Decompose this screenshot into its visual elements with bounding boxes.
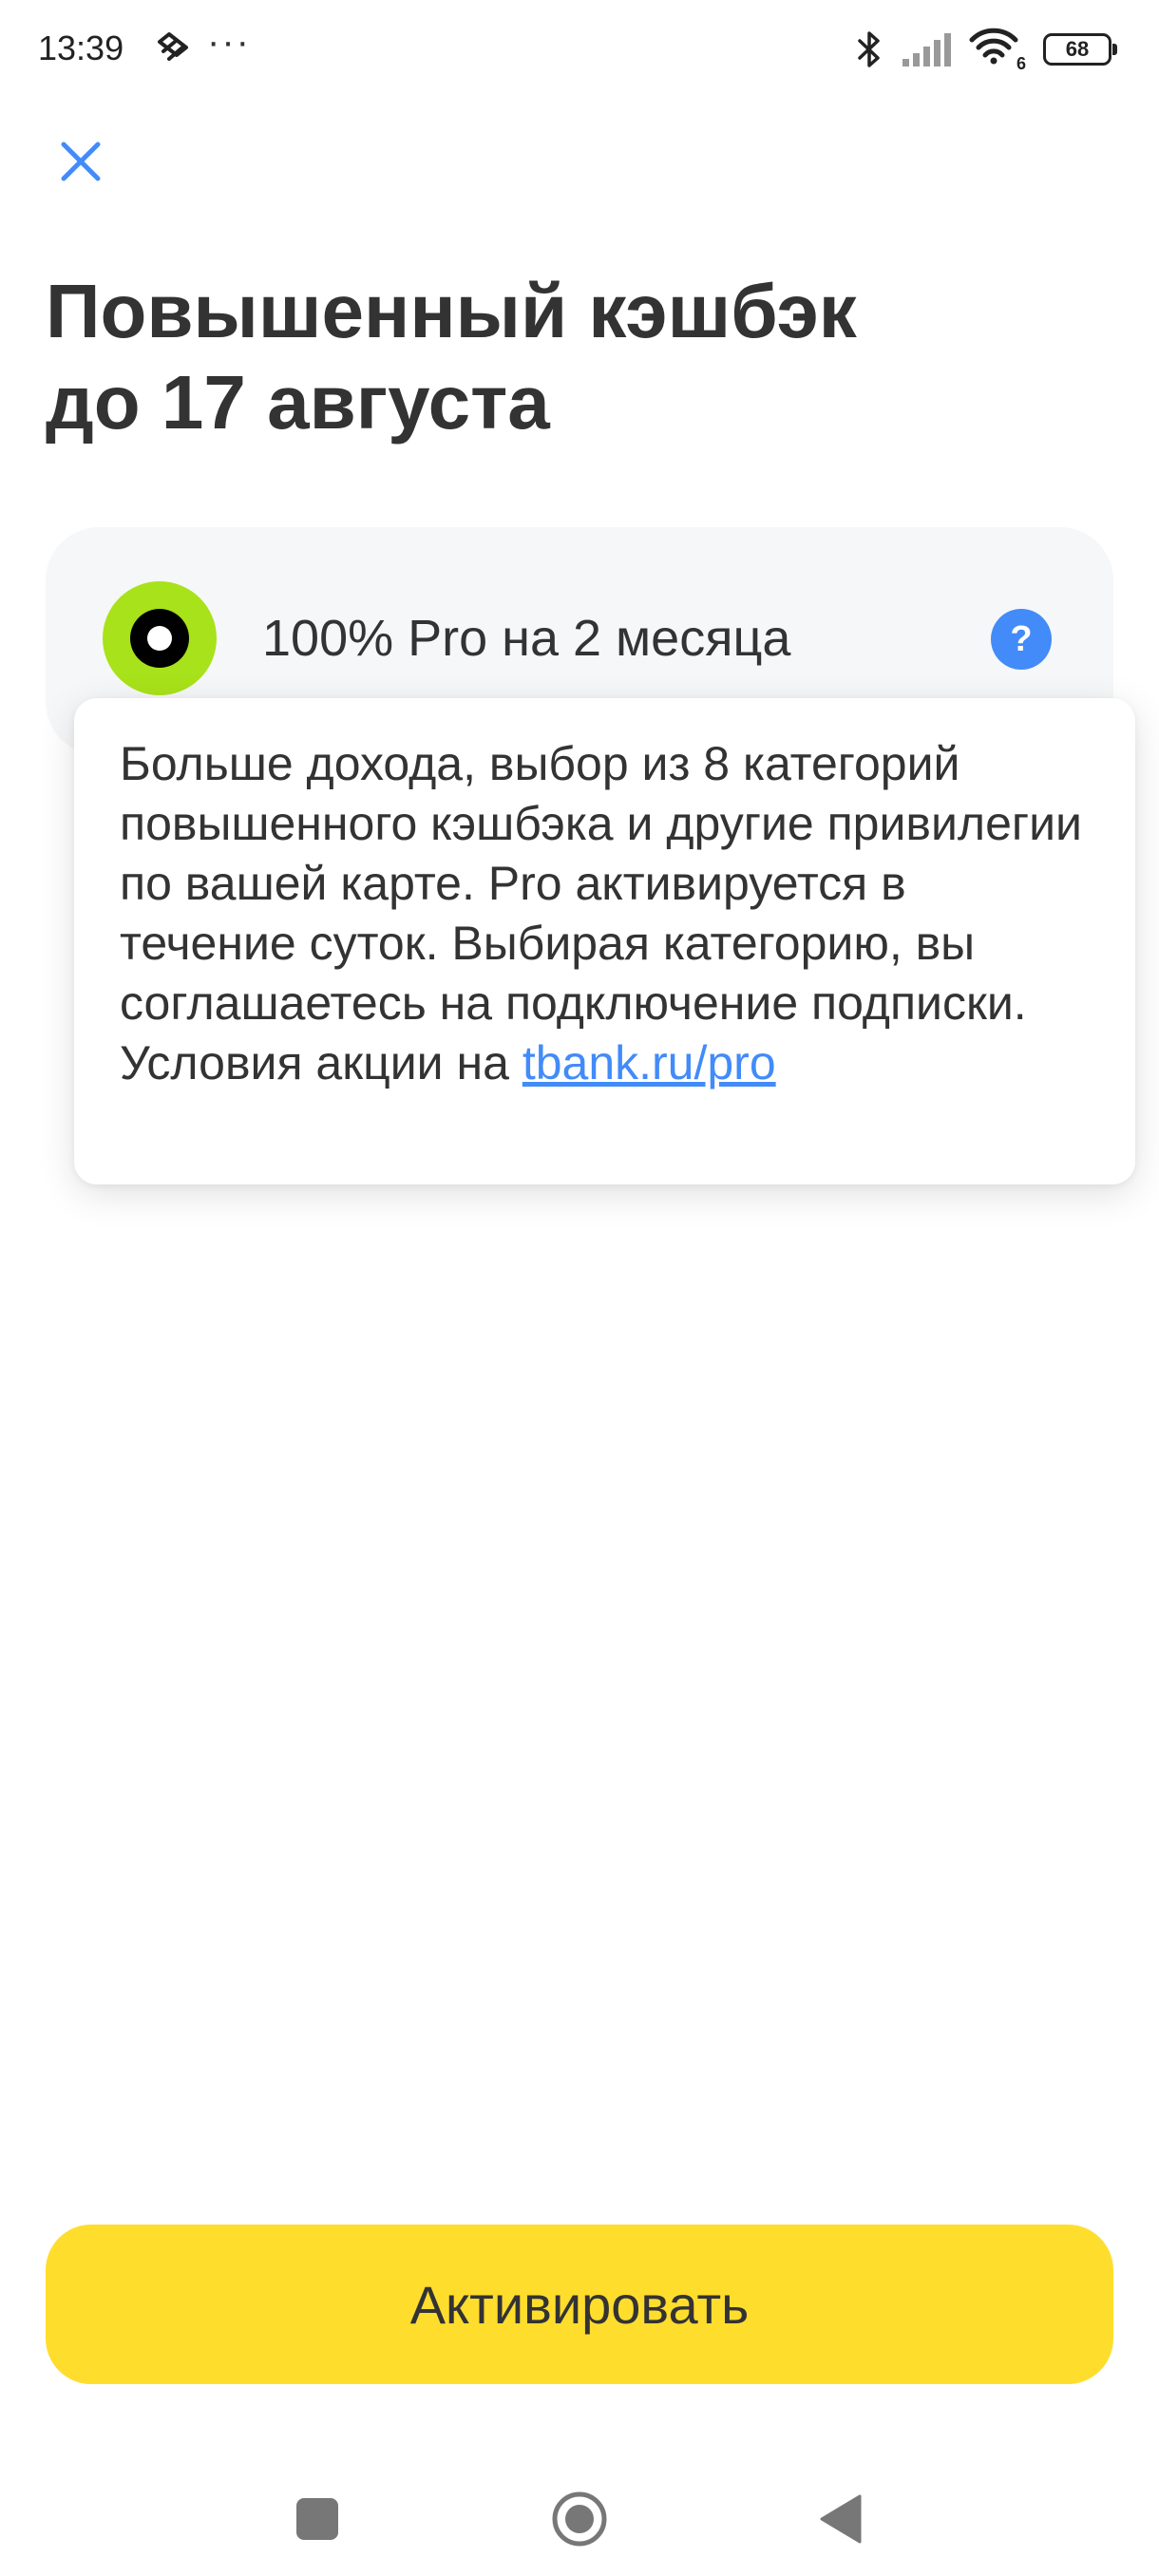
square-icon xyxy=(296,2498,338,2540)
radio-dot xyxy=(147,626,172,651)
wifi-icon xyxy=(969,28,1018,65)
status-time: 13:39 xyxy=(38,28,124,67)
option-label: 100% Pro на 2 месяца xyxy=(262,610,791,667)
signal-icon xyxy=(902,33,951,66)
close-button[interactable] xyxy=(52,133,109,190)
activate-button[interactable]: Активировать xyxy=(46,2225,1113,2384)
terms-link[interactable]: tbank.ru/pro xyxy=(522,1036,776,1089)
page-title-line-2: до 17 августа xyxy=(46,360,550,445)
recent-apps-button[interactable] xyxy=(279,2481,355,2557)
app-notification-icon xyxy=(158,32,188,61)
status-bar: 13:39 ··· 6 68 xyxy=(0,0,1159,100)
info-tooltip: Больше дохода, выбор из 8 категорий повы… xyxy=(74,698,1135,1184)
radio-ring xyxy=(130,609,189,668)
page-title: Повышенный кэшбэк до 17 августа xyxy=(46,266,1091,448)
bluetooth-icon xyxy=(858,31,880,67)
triangle-back-icon xyxy=(820,2494,862,2544)
wifi-network-label: 6 xyxy=(1016,54,1026,73)
option-radio[interactable] xyxy=(103,581,217,695)
circle-icon xyxy=(552,2491,607,2547)
system-nav-bar xyxy=(0,2460,1159,2576)
wifi-group: 6 xyxy=(969,27,1026,73)
page-title-line-1: Повышенный кэшбэк xyxy=(46,269,857,353)
tooltip-text: Больше дохода, выбор из 8 категорий повы… xyxy=(120,734,1090,1093)
battery-level: 68 xyxy=(1065,37,1090,61)
status-right-group: 6 68 xyxy=(855,27,1117,73)
close-icon xyxy=(61,142,101,181)
question-icon: ? xyxy=(1010,618,1033,659)
help-button[interactable]: ? xyxy=(991,609,1052,670)
status-more-dots: ··· xyxy=(207,21,251,63)
back-button[interactable] xyxy=(802,2481,878,2557)
battery-icon: 68 xyxy=(1043,33,1117,66)
home-button[interactable] xyxy=(542,2481,618,2557)
